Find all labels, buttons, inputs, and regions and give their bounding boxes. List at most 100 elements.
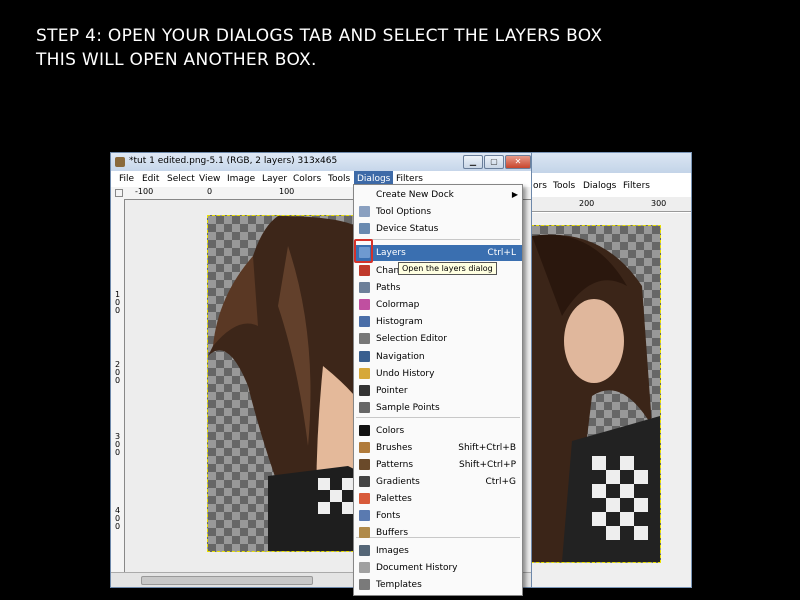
- device-status-icon: [359, 223, 370, 234]
- pointer-icon: [359, 385, 370, 396]
- selection-editor-icon: [359, 333, 370, 344]
- menu-layer[interactable]: Layer: [262, 174, 287, 184]
- brushes-icon: [359, 442, 370, 453]
- window-title: *tut 1 edited.png-5.1 (RGB, 2 layers) 31…: [129, 156, 338, 166]
- menu-item-fonts[interactable]: Fonts: [354, 508, 522, 524]
- menu-image[interactable]: Image: [227, 174, 255, 184]
- menu-tools[interactable]: Tools: [328, 174, 350, 184]
- menu-item-label: Colormap: [376, 300, 420, 310]
- maximize-button[interactable]: ▢: [484, 155, 504, 169]
- quick-mask-corner-icon[interactable]: [115, 189, 123, 197]
- patterns-icon: [359, 459, 370, 470]
- menu-colors[interactable]: Colors: [293, 174, 321, 184]
- background-image-window[interactable]: ors Tools Dialogs Filters 200 300: [530, 152, 692, 588]
- menu-item-histogram[interactable]: Histogram: [354, 314, 522, 330]
- menu-item-label: Sample Points: [376, 403, 440, 413]
- menu-select[interactable]: Select: [167, 174, 195, 184]
- menu-item-label: Device Status: [376, 224, 439, 234]
- image-canvas[interactable]: [207, 215, 369, 552]
- menu-item-label: Create New Dock: [376, 190, 454, 200]
- menu-item-document-history[interactable]: Document History: [354, 560, 522, 576]
- dialogs-menu: Create New Dock ▶ Tool Options Device Statu…: [353, 184, 523, 596]
- portrait-image: [532, 234, 660, 563]
- menu-item-colors[interactable]: Colors: [354, 423, 522, 439]
- menu-filters[interactable]: Filters: [396, 174, 423, 184]
- paths-icon: [359, 282, 370, 293]
- menu-item-label: Buffers: [376, 528, 409, 538]
- background-horizontal-ruler: 200 300: [531, 197, 691, 212]
- menu-item-label: Undo History: [376, 369, 435, 379]
- menu-item-label: Colors: [376, 426, 405, 436]
- menu-item-patterns[interactable]: Patterns Shift+Ctrl+P: [354, 457, 522, 473]
- menu-tools[interactable]: Tools: [553, 181, 575, 191]
- menu-item-gradients[interactable]: Gradients Ctrl+G: [354, 474, 522, 490]
- ruler-label: -100: [135, 187, 154, 196]
- ruler-label: 400: [115, 506, 121, 531]
- submenu-arrow-icon: ▶: [511, 190, 518, 199]
- menu-item-label: Images: [376, 546, 409, 556]
- menu-item-images[interactable]: Images: [354, 543, 522, 559]
- menu-item-palettes[interactable]: Palettes: [354, 491, 522, 507]
- ruler-label: 300: [651, 199, 667, 208]
- menu-item-sample-points[interactable]: Sample Points: [354, 400, 522, 416]
- palettes-icon: [359, 493, 370, 504]
- colors-icon: [359, 425, 370, 436]
- menu-view[interactable]: View: [199, 174, 220, 184]
- window-titlebar[interactable]: *tut 1 edited.png-5.1 (RGB, 2 layers) 31…: [111, 153, 531, 171]
- gradients-icon: [359, 476, 370, 487]
- menu-item-shortcut: Shift+Ctrl+B: [458, 443, 516, 453]
- menu-item-label: Gradients: [376, 477, 420, 487]
- caption-line-2: THIS WILL OPEN ANOTHER BOX.: [36, 50, 317, 70]
- menu-separator: [356, 239, 520, 240]
- menu-item-undo-history[interactable]: Undo History: [354, 366, 522, 382]
- image-canvas[interactable]: [531, 225, 661, 563]
- menu-item-label: Brushes: [376, 443, 413, 453]
- menu-item-shortcut: Ctrl+G: [485, 477, 516, 487]
- menu-colors-partial[interactable]: ors: [533, 181, 547, 191]
- templates-icon: [359, 579, 370, 590]
- ruler-label: 200: [579, 199, 595, 208]
- menu-item-colormap[interactable]: Colormap: [354, 297, 522, 313]
- menu-item-selection-editor[interactable]: Selection Editor: [354, 331, 522, 347]
- menu-item-buffers[interactable]: Buffers: [354, 525, 522, 541]
- close-button[interactable]: ✕: [505, 155, 531, 169]
- ruler-label: 100: [279, 187, 295, 196]
- background-window-titlebar[interactable]: [531, 153, 691, 173]
- menu-file[interactable]: File: [119, 174, 134, 184]
- background-canvas[interactable]: [531, 213, 691, 587]
- menu-filters[interactable]: Filters: [623, 181, 650, 191]
- menu-item-tool-options[interactable]: Tool Options: [354, 204, 522, 220]
- buffers-icon: [359, 527, 370, 538]
- menu-item-navigation[interactable]: Navigation: [354, 349, 522, 365]
- menu-item-shortcut: Ctrl+L: [487, 248, 516, 258]
- vertical-ruler: 100 200 300 400: [111, 199, 125, 573]
- menu-item-label: Navigation: [376, 352, 425, 362]
- menu-item-create-new-dock[interactable]: Create New Dock ▶: [354, 187, 522, 203]
- background-window-menubar: ors Tools Dialogs Filters: [531, 179, 691, 193]
- ruler-label: 200: [115, 360, 121, 385]
- histogram-icon: [359, 316, 370, 327]
- sample-points-icon: [359, 402, 370, 413]
- menu-item-templates[interactable]: Templates: [354, 577, 522, 593]
- menu-separator: [356, 417, 520, 418]
- colormap-icon: [359, 299, 370, 310]
- menu-item-paths[interactable]: Paths: [354, 280, 522, 296]
- navigation-icon: [359, 351, 370, 362]
- menu-item-brushes[interactable]: Brushes Shift+Ctrl+B: [354, 440, 522, 456]
- menu-item-label: Document History: [376, 563, 458, 573]
- menu-edit[interactable]: Edit: [142, 174, 159, 184]
- menu-dialogs[interactable]: Dialogs: [583, 181, 616, 191]
- document-history-icon: [359, 562, 370, 573]
- menu-item-layers[interactable]: Layers Ctrl+L: [354, 245, 522, 261]
- menu-item-pointer[interactable]: Pointer: [354, 383, 522, 399]
- menu-item-label: Tool Options: [376, 207, 432, 217]
- menu-item-label: Patterns: [376, 460, 414, 470]
- tool-options-icon: [359, 206, 370, 217]
- minimize-button[interactable]: ▁: [463, 155, 483, 169]
- scrollbar-thumb[interactable]: [141, 576, 313, 585]
- layers-tooltip: Open the layers dialog: [398, 262, 497, 275]
- menu-item-label: Pointer: [376, 386, 408, 396]
- menu-item-label: Palettes: [376, 494, 412, 504]
- annotation-highlight-box: [354, 239, 373, 263]
- menu-item-device-status[interactable]: Device Status: [354, 221, 522, 237]
